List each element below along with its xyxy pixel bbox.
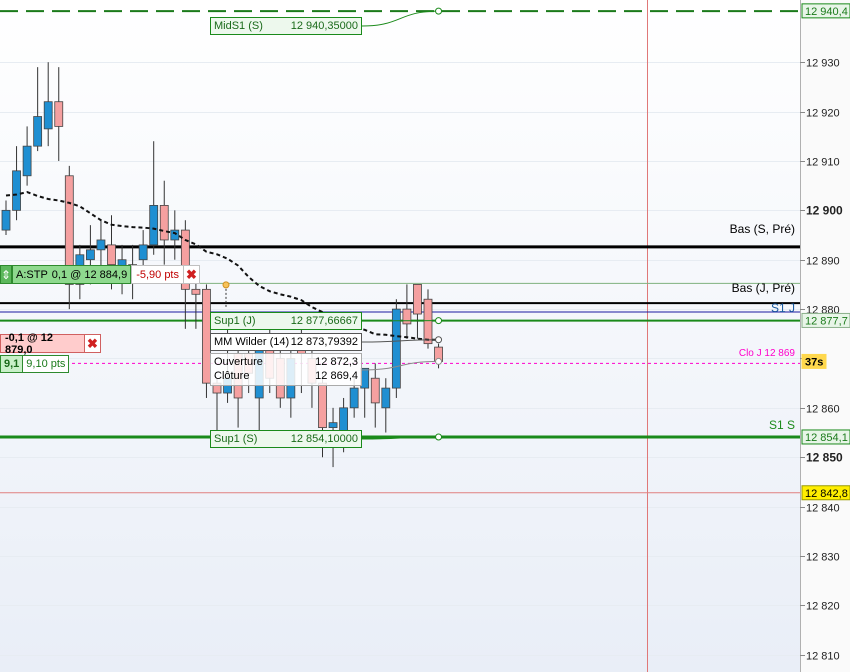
stop-anchor-dot [222,281,230,289]
price-tag-label: 12 842,8 [805,488,848,500]
connector-dot [435,317,443,325]
candle-body-down [423,298,433,345]
axis-tick-label: 12 890 [806,256,840,268]
candle-body-up [381,387,391,409]
ma-label-box: MM Wilder (14) 12 873,79392 [210,333,362,351]
axis-tick-label: 12 820 [806,601,840,613]
sup1-s-name: Sup1 (S) [214,433,258,445]
candle-body-up [1,209,11,231]
ma-name: MM Wilder (14) [214,336,290,348]
position-qty: 9,1 [0,354,24,373]
right-level-label: Clo J 12 869 [739,348,796,359]
right-level-label: Bas (S, Pré) [730,222,795,236]
price-tag-label: 12 877,7 [805,315,848,327]
price-tag-label: 12 854,1 [805,432,848,444]
candle-body-up [22,145,32,177]
price-tag-label: 12 940,4 [805,6,848,18]
candle-body-up [33,116,43,147]
drag-handle-icon[interactable]: ⇕ [0,265,12,284]
trading-chart[interactable]: 12 93012 92012 91012 90012 89012 8807012… [0,0,850,672]
candle-body-up [328,422,338,428]
ohlc-open-label: Ouverture [214,356,263,368]
right-level-label: S1 J [771,301,795,315]
stop-order-close-icon[interactable]: ✖ [184,265,200,284]
axis-tick-label: 12 830 [806,552,840,564]
ohlc-open-value: 12 872,3 [315,356,358,368]
stop-order-widget[interactable]: ⇕ A:STP 0,1 @ 12 884,9 -5,90 pts ✖ [0,265,200,284]
mids1-name: MidS1 (S) [214,20,263,32]
axis-tick-label: 12 920 [806,108,840,120]
position-box[interactable]: -0,1 @ 12 879,0 [0,332,85,356]
sup1-s-value: 12 854,10000 [290,433,358,445]
connector-dot [435,336,443,344]
stop-order-box[interactable]: A:STP 0,1 @ 12 884,9 [12,265,132,284]
candle-body-down [159,205,169,241]
candle-body-down [107,244,116,266]
axis-tick-label: 12 850 [806,451,843,465]
stop-order-detail: 0,1 @ 12 884,9 [51,268,128,281]
axis-tick-label: 12 930 [806,58,840,70]
candle-body-up [86,249,95,261]
mids1-value: 12 940,35000 [290,20,358,32]
candle-body-down [54,101,64,127]
stop-order-type: A:STP [16,268,48,281]
candle-body-down [413,284,422,315]
axis-tick-label: 12 900 [806,204,843,218]
position-close-icon[interactable]: ✖ [85,334,101,353]
axis-tick-label: 12 810 [806,651,840,663]
ohlc-tooltip: Ouverture 12 872,3 Clôture 12 869,4 [210,353,362,386]
connector-dot [435,433,443,441]
candle-body-down [318,382,327,428]
connector-dot [435,7,443,15]
position-pnl-widget[interactable]: 9,1 9,10 pts [0,354,70,373]
candle-body-up [96,239,106,251]
connector-dot [435,357,443,365]
ohlc-close-label: Clôture [214,370,250,382]
candle-body-up [138,244,148,261]
price-tag-label: 37s [805,356,823,368]
mids1-label-box: MidS1 (S) 12 940,35000 [210,17,362,35]
candle-body-up [149,205,159,246]
axis-tick-label: 12 840 [806,503,840,515]
right-level-label: MidS1 S [750,0,795,3]
candle-body-down [402,308,412,325]
candle-body-up [12,170,21,211]
candle-body-up [349,387,359,409]
ohlc-close-value: 12 869,4 [315,370,358,382]
sup1-j-name: Sup1 (J) [214,315,256,327]
sup1-j-label-box: Sup1 (J) 12 877,66667 [210,312,362,330]
stop-order-pnl: -5,90 pts [131,265,184,284]
candle-body-up [339,407,349,433]
candle-body-down [191,288,201,295]
axis-tick-label: 12 910 [806,157,840,169]
sup1-s-label-box: Sup1 (S) 12 854,10000 [210,430,362,448]
sup1-j-value: 12 877,66667 [290,315,358,327]
candle-body-down [370,377,380,404]
candle-body-up [43,101,53,130]
right-level-label: S1 S [769,418,795,432]
ma-value: 12 873,79392 [290,336,358,348]
position-pnl: 9,10 pts [23,354,70,373]
axis-tick-label: 12 860 [806,404,840,416]
candle-body-up [170,229,180,241]
position-widget[interactable]: -0,1 @ 12 879,0 ✖ [0,332,101,356]
right-level-label: Bas (J, Pré) [732,281,795,295]
price-axis-background [800,0,850,672]
